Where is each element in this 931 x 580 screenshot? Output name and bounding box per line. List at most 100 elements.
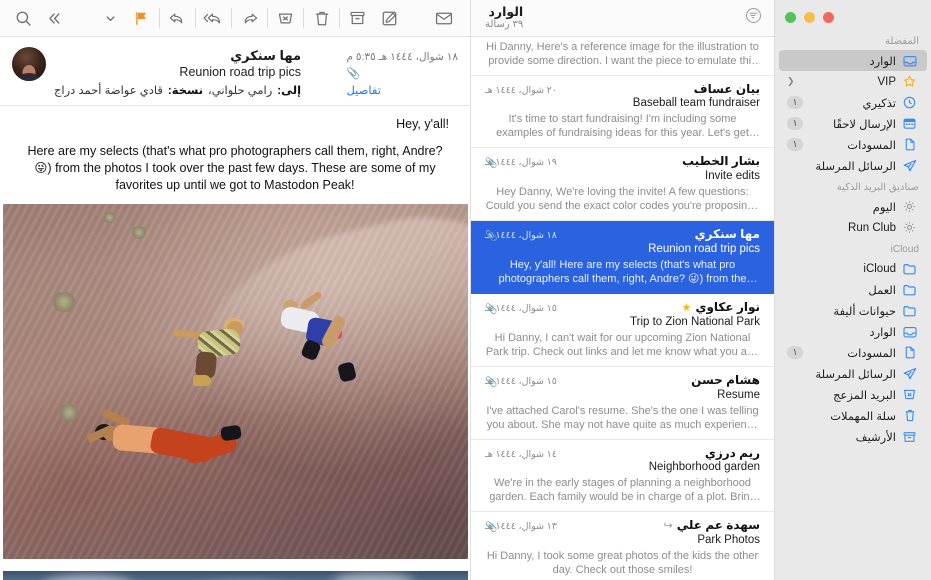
message-sender: ريم درزي xyxy=(704,446,760,460)
unread-badge: ١ xyxy=(787,96,803,109)
cc-value: قادي عواضة أحمد دراج xyxy=(54,85,163,97)
sidebar-item-inbox[interactable]: الوارد xyxy=(779,50,927,71)
junk-icon[interactable] xyxy=(270,5,301,31)
sidebar-item-remind-me[interactable]: تذكيري ١ xyxy=(779,92,927,113)
compose-icon[interactable] xyxy=(374,5,405,31)
sidebar-item-junk[interactable]: البريد المزعج xyxy=(779,384,927,405)
attachment-photos xyxy=(0,204,470,580)
flag-icon[interactable] xyxy=(126,5,157,31)
message-list-header: الوارد ٣٩ رسالة xyxy=(471,0,774,37)
toolbar-separator xyxy=(194,8,196,28)
unread-badge: ١ xyxy=(787,138,803,151)
toolbar-separator xyxy=(339,8,341,28)
reply-icon[interactable] xyxy=(162,5,193,31)
list-item[interactable]: بيان عساف ٢٠ شوال، ١٤٤٤ هـ Baseball team… xyxy=(471,76,774,148)
inbox-icon xyxy=(902,324,917,339)
list-item[interactable]: ريم درزي ١٤ شوال، ١٤٤٤ هـ Neighborhood g… xyxy=(471,440,774,512)
message-preview: Hi Danny, I took some great photos of th… xyxy=(486,550,759,576)
sidebar-item-run-club[interactable]: Run Club xyxy=(779,217,927,238)
photo-rock-scene[interactable] xyxy=(2,204,468,559)
avatar xyxy=(12,47,46,81)
sidebar-section-icloud-title: iCloud xyxy=(890,244,919,255)
close-button[interactable] xyxy=(823,11,834,23)
message-preview: It's time to start fundraising! I'm incl… xyxy=(496,113,749,139)
details-link[interactable]: تفاصيل xyxy=(346,83,458,97)
photo-sky-scene[interactable] xyxy=(2,571,468,580)
sidebar-item-sent[interactable]: الرسائل المرسلة xyxy=(779,155,927,176)
sidebar-item-trash[interactable]: سلة المهملات xyxy=(779,405,927,426)
sidebar-item-label: العمل xyxy=(868,284,896,297)
sidebar-item-icloud[interactable]: iCloud xyxy=(779,258,927,279)
chevron-left-icon[interactable]: ❮ xyxy=(787,76,795,87)
trash-icon[interactable] xyxy=(306,5,337,31)
sidebar-item-label: الوارد xyxy=(869,326,896,339)
collapse-icon[interactable] xyxy=(39,5,70,31)
reader-toolbar xyxy=(0,0,470,37)
message-subject: Neighborhood garden xyxy=(648,461,760,473)
paperclip-icon: 📎 xyxy=(346,68,361,80)
sidebar-item-vip[interactable]: VIP ❮ xyxy=(779,71,927,92)
message-sender: سهدة عم علي xyxy=(676,518,760,532)
sidebar-item-label: الأرشيف xyxy=(855,431,896,444)
chevron-down-icon[interactable] xyxy=(94,5,125,31)
sidebar-item-label: سلة المهملات xyxy=(830,410,896,423)
sidebar-item-today[interactable]: اليوم xyxy=(779,196,927,217)
sidebar-item-icloud-drafts[interactable]: المسودات ١ xyxy=(779,342,927,363)
archive-icon[interactable] xyxy=(342,5,373,31)
sidebar-item-work[interactable]: العمل xyxy=(779,279,927,300)
sidebar-item-label: الوارد xyxy=(869,55,896,68)
search-icon[interactable] xyxy=(8,5,39,31)
list-item[interactable]: بشار الخطيب ١٩ شوال، ١٤٤٤ هـ 📎 Invite ed… xyxy=(471,148,774,221)
gear-icon xyxy=(902,199,917,214)
sidebar-item-send-later[interactable]: الإرسال لاحقًا ١ xyxy=(779,113,927,134)
cc-label: نسخة: xyxy=(167,85,204,97)
toolbar-separator xyxy=(231,8,232,28)
list-item[interactable]: نوار عكاوي ★ ١٥ شوال، ١٤٤٤ هـ 📎 Trip to … xyxy=(471,294,774,367)
window-traffic-lights xyxy=(775,0,931,30)
sent-icon xyxy=(902,158,917,173)
inbox-icon xyxy=(902,53,917,68)
reply-all-icon[interactable] xyxy=(198,5,229,31)
forward-icon[interactable] xyxy=(234,5,265,31)
sidebar-item-archive[interactable]: الأرشيف xyxy=(779,426,927,447)
person-blue-shorts xyxy=(275,290,380,399)
mail-window: المفضلة الوارد VIP ❮ تذكيري ١ الإرسال لا… xyxy=(0,0,931,580)
sidebar-item-icloud-inbox[interactable]: الوارد xyxy=(779,321,927,342)
gear-icon xyxy=(902,220,917,235)
unread-badge: ١ xyxy=(787,117,803,130)
sidebar-item-drafts[interactable]: المسودات ١ xyxy=(779,134,927,155)
person-camo xyxy=(172,318,269,399)
message-preview: We're in the early stages of planning a … xyxy=(489,477,756,503)
trash-icon xyxy=(902,408,917,423)
body-greeting: Hey, y'all! xyxy=(396,117,449,131)
mailbox-title: الوارد xyxy=(488,5,524,20)
list-item[interactable]: سهدة عم علي ↪ ١٣ شوال، ١٤٤٤ هـ 📎 Park Ph… xyxy=(471,512,774,580)
sidebar-item-icloud-sent[interactable]: الرسائل المرسلة xyxy=(779,363,927,384)
list-item-selected[interactable]: مها سنكري ١٨ شوال، ١٤٤٤ هـ 📎 Reunion roa… xyxy=(471,221,774,294)
message-body[interactable]: Hey, y'all! Here are my selects (that's … xyxy=(0,106,470,580)
sidebar-item-label: الإرسال لاحقًا xyxy=(833,118,896,131)
message-text: Hey, y'all! Here are my selects (that's … xyxy=(0,106,470,198)
calendar-send-icon xyxy=(902,116,917,131)
list-item[interactable]: Hi Danny, Here's a reference image for t… xyxy=(471,40,774,76)
sidebar-item-label: حيوانات أليفة xyxy=(833,305,896,318)
sidebar: المفضلة الوارد VIP ❮ تذكيري ١ الإرسال لا… xyxy=(775,0,931,580)
maximize-button[interactable] xyxy=(785,11,796,23)
sidebar-section-smart-title: صناديق البريد الذكية xyxy=(836,182,919,193)
message-meta: ١٨ شوال، ١٤٤٤ هـ ٥:٣٥ م 📎 تفاصيل xyxy=(346,47,458,97)
sidebar-section-favorites-title: المفضلة xyxy=(884,36,919,47)
toolbar-separator xyxy=(267,8,269,28)
unread-badge: ١ xyxy=(787,346,803,359)
message-list-scroll[interactable]: Hi Danny, Here's a reference image for t… xyxy=(471,37,774,580)
sidebar-item-label: المسودات xyxy=(847,139,896,152)
replied-arrow-icon: ↪ xyxy=(663,519,673,532)
minimize-button[interactable] xyxy=(804,11,815,23)
filter-icon[interactable] xyxy=(745,7,762,29)
message-recipients: إلى: رامي حلواني، نسخة: قادي عواضة أحمد … xyxy=(54,83,301,97)
message-subject: Invite edits xyxy=(705,170,760,182)
list-item[interactable]: هشام حسن ١٥ شوال، ١٤٤٤ هـ 📎 Resume I've … xyxy=(471,367,774,440)
folder-icon xyxy=(902,303,917,318)
message-preview: Hi Danny, I can't wait for our upcoming … xyxy=(485,332,760,358)
mark-unread-icon[interactable] xyxy=(429,5,460,31)
sidebar-item-pets[interactable]: حيوانات أليفة xyxy=(779,300,927,321)
